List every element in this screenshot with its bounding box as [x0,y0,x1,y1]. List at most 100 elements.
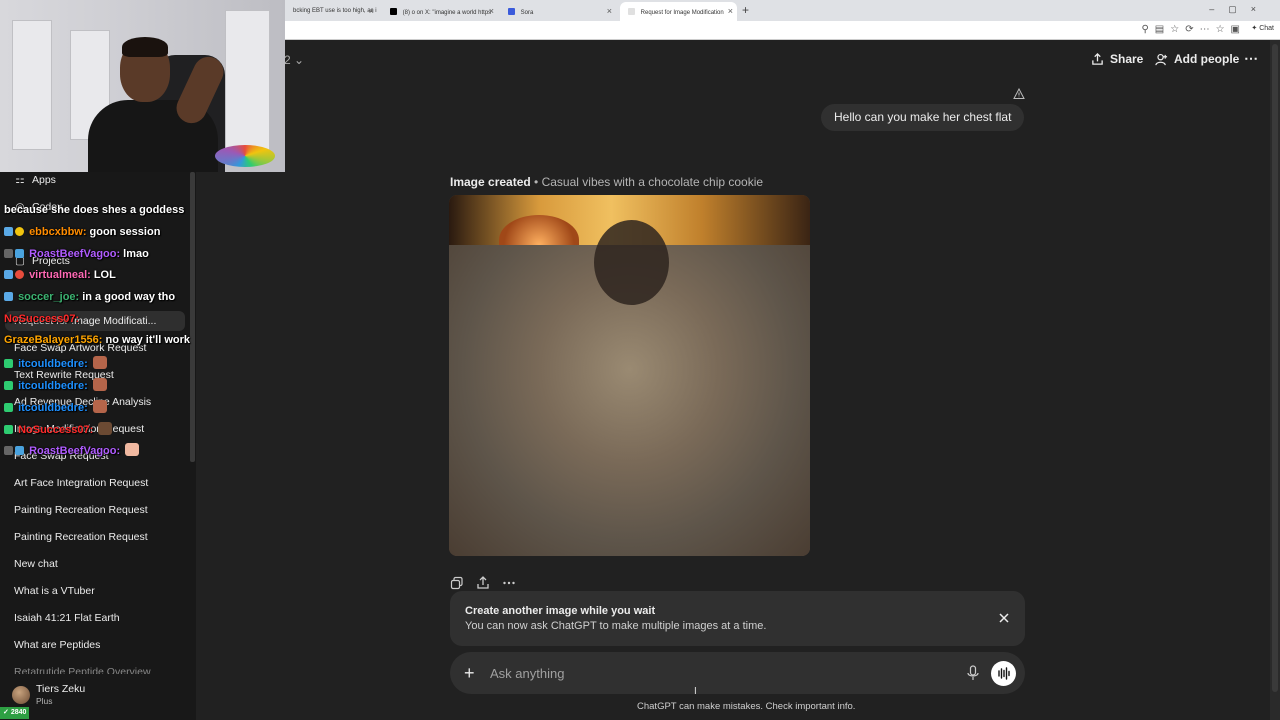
stream-chat-message: soccer_joe: in a good way tho [4,291,175,303]
sub-badge-icon [4,227,13,236]
add-people-button[interactable]: Add people [1155,52,1239,66]
voice-mode-button[interactable] [991,661,1016,686]
stream-chat-message: RoastBeefVagoo: lmao [4,248,149,260]
emote-icon [92,378,107,391]
stream-chat-message: RoastBeefVagoo: [4,443,140,457]
copy-icon[interactable] [450,576,464,590]
sidebar-chat-item[interactable]: Retatrutide Peptide Overview [14,666,151,674]
browser-tab[interactable]: bcking EBT use is too high, as i × [285,2,378,21]
sidebar-chat-item[interactable]: Painting Recreation Request [14,531,148,543]
chat-username: itcouldbedre: [18,402,88,414]
tab-title: bcking EBT use is too high, as i [293,8,377,14]
sidebar-chat-item[interactable]: Painting Recreation Request [14,504,148,516]
main-scrollbar[interactable] [1270,40,1280,720]
user-name: Tiers Zeku [36,683,86,695]
mod-badge-icon [4,249,13,258]
share-button[interactable]: Share [1091,52,1143,66]
verified-badge-icon [4,359,13,368]
verified-badge-icon [4,425,13,434]
tab-title: Sora [520,10,534,16]
webcam-toy [215,145,275,167]
verified-badge-icon [4,403,13,412]
sidebar-item-apps[interactable]: ⚏ Apps [14,174,56,186]
browser-tab-active[interactable]: Request for Image Modification × [620,2,737,21]
warning-icon[interactable] [1013,88,1025,100]
sub-badge-icon [4,292,13,301]
multi-image-notice: Create another image while you wait You … [450,591,1025,646]
chat-username: RoastBeefVagoo: [29,445,121,457]
chat-message-text: in a good way tho [82,291,176,303]
viewer-count-badge: ✓ 2840 [0,707,30,719]
chat-message-text: no way it'll work [105,334,190,346]
user-message-bubble: Hello can you make her chest flat [821,104,1025,131]
chat-message-text: LOL [93,269,116,281]
chat-pill-label: Chat [1259,25,1274,32]
voice-waveform-icon [998,667,1010,680]
stream-chat-message: itcouldbedre: [4,400,107,414]
chat-username: soccer_joe: [18,291,80,303]
generated-image[interactable] [449,195,810,556]
more-options-icon: ⋯ [1244,50,1258,66]
stream-chat-message: NoSuccess07: [4,422,113,436]
browser-toolbar-icons[interactable]: ⚲▤☆⟳⋯☆▣ [1141,24,1246,35]
sidebar-scrollbar[interactable] [190,172,195,462]
chat-username: GrazeBalayer1556: [4,334,103,346]
browser-tab[interactable]: Sora × [500,2,616,21]
image-figure [594,220,669,305]
close-tab-icon[interactable]: × [728,6,733,16]
message-composer: + [450,652,1025,694]
microphone-icon[interactable] [966,665,980,681]
viewer-count: 2840 [10,709,27,716]
stream-chat-message: NoSuccess07: [4,313,82,325]
sidebar-chat-item[interactable]: What is a VTuber [14,585,95,597]
scrollbar-thumb[interactable] [1272,44,1278,692]
disclaimer-text: ChatGPT can make mistakes. Check importa… [637,701,856,712]
flame-badge-icon [15,270,24,279]
sidebar-chat-item[interactable]: What are Peptides [14,639,100,651]
diamond-badge-icon [15,446,24,455]
streamer-webcam [0,0,285,172]
close-tab-icon[interactable]: × [369,6,374,16]
avatar [12,686,30,704]
sidebar-chat-item[interactable]: Art Face Integration Request [14,477,148,489]
more-options-button[interactable]: ⋯ [1244,50,1258,67]
emote-icon [92,400,107,413]
text-cursor-icon: I [694,686,697,697]
chat-username: NoSuccess07: [18,424,94,436]
new-tab-button[interactable]: + [742,3,749,17]
model-selector[interactable]: 2 ⌄ [284,53,304,67]
chat-username: NoSuccess07: [4,313,80,325]
tab-title: (8) o on X: "imagine a world https [402,10,492,16]
close-tab-icon[interactable]: × [489,6,494,16]
browser-tab[interactable]: (8) o on X: "imagine a world https × [382,2,498,21]
share-label: Share [1110,52,1144,66]
sidebar-chat-item[interactable]: Isaiah 41:21 Flat Earth [14,612,120,624]
diamond-badge-icon [15,249,24,258]
sidebar-item-label: Apps [32,174,56,186]
webcam-person-hair [122,37,168,57]
close-tab-icon[interactable]: × [607,6,612,16]
share-image-icon[interactable] [476,576,490,590]
chatgpt-favicon-icon [628,8,635,15]
add-person-icon [1155,53,1168,65]
chat-username: itcouldbedre: [18,358,88,370]
tab-title: Request for Image Modification [640,10,724,16]
image-caption-subtitle: Casual vibes with a chocolate chip cooki… [541,175,764,189]
browser-chat-button[interactable]: ✦ Chat [1251,24,1274,32]
sidebar-chat-item[interactable]: New chat [14,558,58,570]
stream-chat-message: GrazeBalayer1556: no way it'll work [4,334,190,346]
window-controls[interactable]: –▢× [1209,4,1270,15]
sub-badge-icon [4,270,13,279]
share-icon [1092,52,1103,65]
more-actions-icon[interactable] [502,576,516,590]
chat-username: itcouldbedre: [18,380,88,392]
ask-anything-input[interactable] [488,663,928,683]
image-created-label: Image created [450,175,531,189]
add-people-label: Add people [1174,52,1240,66]
webcam-door [12,20,52,150]
add-attachment-icon[interactable]: + [464,664,475,682]
stream-chat-message: itcouldbedre: [4,378,107,392]
close-icon[interactable] [997,611,1011,625]
image-caption: Image created • Casual vibes with a choc… [450,175,763,189]
apps-icon: ⚏ [15,174,25,186]
